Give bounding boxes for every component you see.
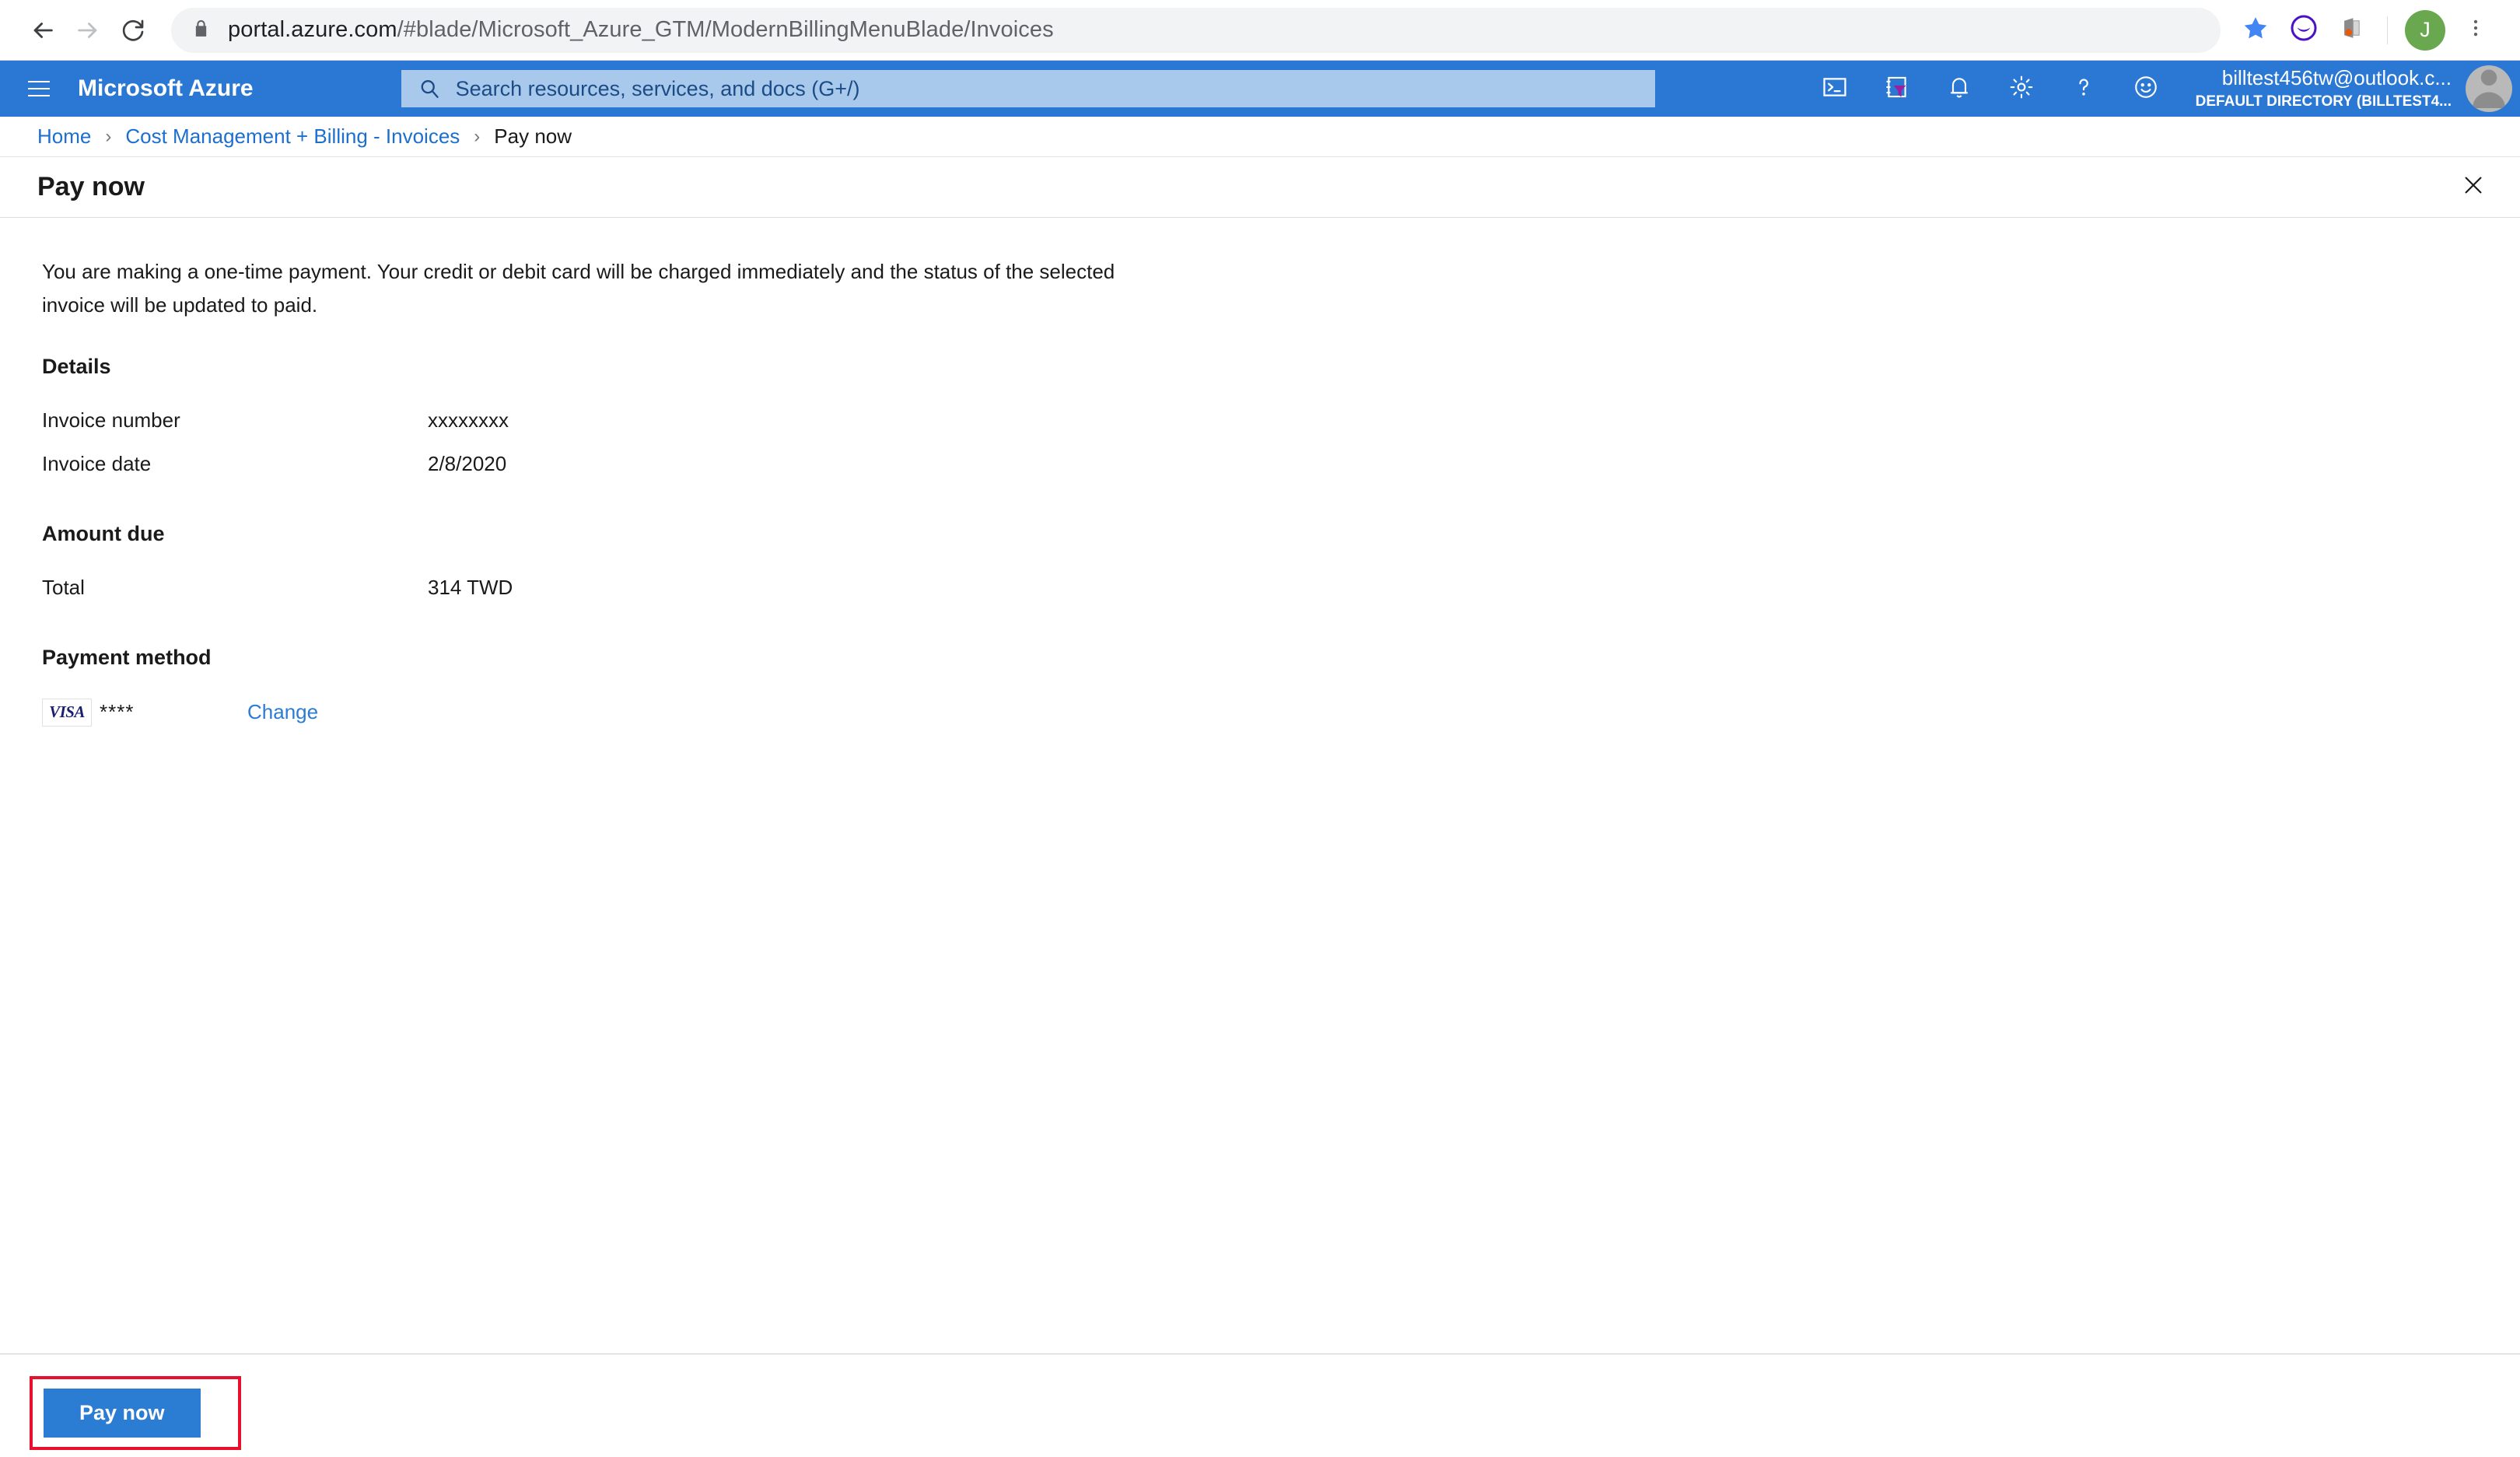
global-search-input[interactable]: Search resources, services, and docs (G+…: [401, 70, 1655, 107]
feedback-button[interactable]: [2115, 61, 2177, 117]
breadcrumb-item-pay-now: Pay now: [494, 124, 572, 148]
avatar[interactable]: [2466, 65, 2512, 112]
reload-icon: [121, 18, 145, 43]
cloud-shell-button[interactable]: [1804, 61, 1866, 117]
browser-toolbar: portal.azure.com/#blade/Microsoft_Azure_…: [0, 0, 2520, 61]
payment-method-heading: Payment method: [42, 645, 212, 669]
toolbar-divider: [2387, 16, 2388, 44]
settings-button[interactable]: [1990, 61, 2053, 117]
change-payment-method-link[interactable]: Change: [247, 700, 318, 724]
forward-arrow-icon: [75, 17, 101, 44]
blade-header: Pay now: [0, 157, 2520, 218]
extension-button-1[interactable]: [2280, 6, 2328, 54]
total-label: Total: [42, 576, 85, 600]
pay-now-button[interactable]: Pay now: [44, 1389, 201, 1438]
lock-icon: [191, 19, 211, 42]
global-search-placeholder: Search resources, services, and docs (G+…: [455, 76, 860, 100]
back-button[interactable]: [20, 8, 65, 53]
notifications-button[interactable]: [1928, 61, 1990, 117]
detail-row-invoice-number: Invoice number xxxxxxxx: [42, 399, 2520, 443]
purple-moon-circle-icon: [2290, 14, 2318, 46]
breadcrumb: Home › Cost Management + Billing - Invoi…: [0, 117, 2520, 157]
address-bar[interactable]: portal.azure.com/#blade/Microsoft_Azure_…: [171, 7, 2221, 53]
feedback-smiley-icon: [2133, 74, 2159, 104]
directory-filter-icon: [1884, 74, 1910, 104]
visa-logo-text: VISA: [49, 702, 85, 722]
url-text: portal.azure.com/#blade/Microsoft_Azure_…: [228, 17, 1054, 42]
details-heading: Details: [42, 354, 111, 378]
azure-top-bar: Microsoft Azure Search resources, servic…: [0, 61, 2520, 117]
total-value: 314 TWD: [428, 576, 513, 600]
breadcrumb-separator: ›: [474, 125, 481, 147]
bookmark-button[interactable]: [2231, 6, 2280, 54]
details-section: Details Invoice number xxxxxxxx Invoice …: [42, 355, 2520, 486]
account-directory: DEFAULT DIRECTORY (BILLTEST4...: [2195, 93, 2452, 110]
help-button[interactable]: [2053, 61, 2115, 117]
office-extension-icon: [2339, 15, 2365, 45]
invoice-number-value: xxxxxxxx: [428, 408, 509, 433]
extension-button-2[interactable]: [2328, 6, 2376, 54]
close-blade-button[interactable]: [2452, 166, 2495, 209]
account-email: billtest456tw@outlook.c...: [2221, 66, 2452, 89]
pay-now-highlight: Pay now: [30, 1376, 241, 1450]
page-title: Pay now: [37, 172, 145, 201]
breadcrumb-separator: ›: [105, 125, 112, 147]
account-info[interactable]: billtest456tw@outlook.c... DEFAULT DIREC…: [2196, 66, 2452, 111]
visa-card-icon: VISA: [42, 698, 92, 727]
browser-profile-avatar[interactable]: J: [2405, 9, 2445, 51]
forward-button[interactable]: [65, 8, 110, 53]
star-icon: [2242, 15, 2269, 45]
settings-gear-icon: [2008, 74, 2035, 104]
card-number-mask: ****: [100, 700, 135, 724]
payment-method-row: VISA **** Change: [42, 690, 2520, 735]
payment-method-section: Payment method VISA **** Change: [42, 646, 2520, 735]
breadcrumb-item-home[interactable]: Home: [37, 124, 91, 149]
azure-header-actions: billtest456tw@outlook.c... DEFAULT DIREC…: [1804, 61, 2520, 117]
notifications-bell-icon: [1947, 75, 1972, 103]
browser-menu-button[interactable]: [2452, 6, 2500, 54]
hamburger-menu-icon[interactable]: [17, 67, 61, 110]
amount-due-section: Amount due Total 314 TWD: [42, 522, 2520, 610]
invoice-number-label: Invoice number: [42, 408, 180, 433]
three-dot-menu-icon: [2466, 18, 2486, 42]
close-icon: [2462, 173, 2485, 201]
payment-description: You are making a one-time payment. Your …: [42, 260, 1115, 317]
back-arrow-icon: [30, 17, 56, 44]
search-icon: [418, 78, 440, 100]
blade-content: You are making a one-time payment. Your …: [0, 218, 2520, 1457]
detail-row-invoice-date: Invoice date 2/8/2020: [42, 443, 2520, 486]
blade-footer: Pay now: [0, 1354, 2520, 1457]
reload-button[interactable]: [110, 8, 156, 53]
directory-filter-button[interactable]: [1866, 61, 1928, 117]
help-question-icon: [2071, 75, 2096, 103]
cloud-shell-icon: [1822, 74, 1848, 104]
browser-actions: J: [2231, 6, 2500, 54]
detail-row-total: Total 314 TWD: [42, 566, 2520, 610]
breadcrumb-item-cost-management[interactable]: Cost Management + Billing - Invoices: [125, 124, 460, 149]
amount-due-heading: Amount due: [42, 521, 165, 545]
azure-brand-title[interactable]: Microsoft Azure: [78, 75, 254, 102]
invoice-date-label: Invoice date: [42, 452, 152, 476]
invoice-date-value: 2/8/2020: [428, 452, 507, 476]
user-avatar-icon: [2466, 65, 2512, 112]
